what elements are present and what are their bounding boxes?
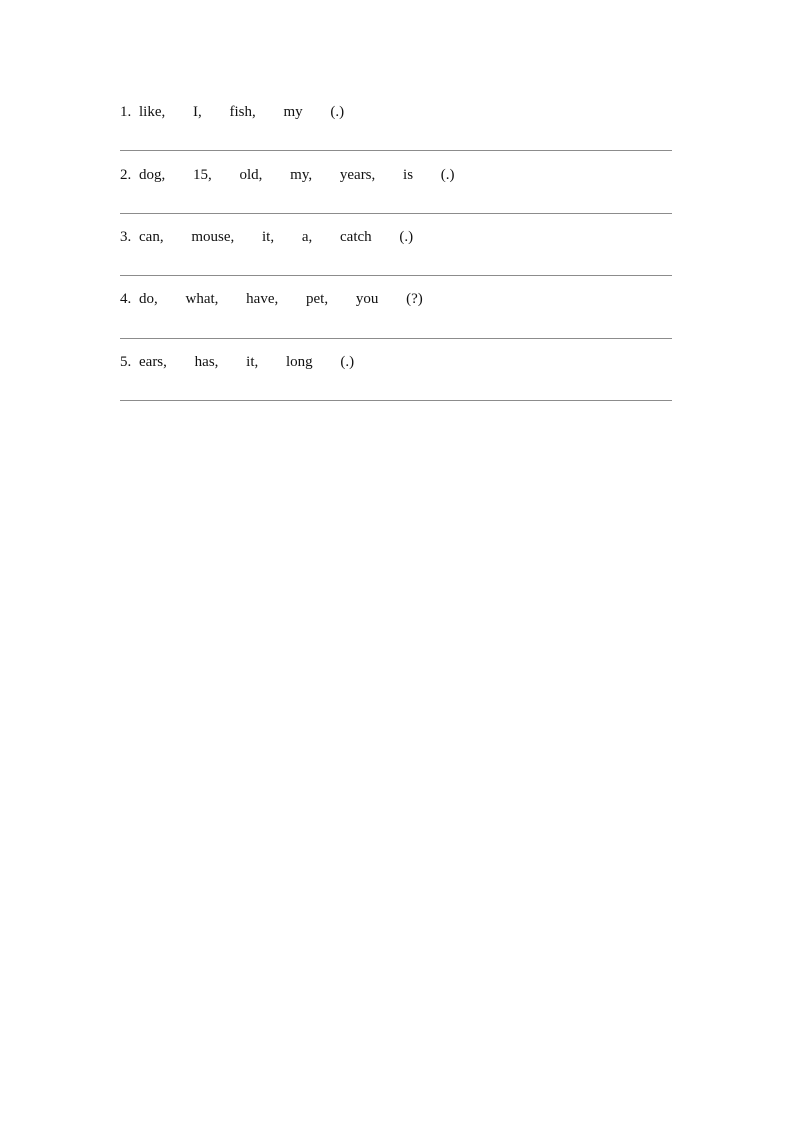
punctuation-hint: (?) [406,291,423,307]
question-prompt: 5. ears, has, it, long (.) [120,353,354,371]
word-chip: I, [193,104,202,120]
question-5: 5. ears, has, it, long (.) [120,353,672,416]
word-chip: dog, [139,167,166,183]
word-chip: have, [246,291,279,307]
question-number: 5. [120,354,132,370]
word-chip: you [355,291,379,307]
word-chip: do, [139,291,158,307]
word-chip: can, [139,229,164,245]
question-prompt: 1. like, I, fish, my (.) [120,103,344,121]
word-chip: my [283,104,303,120]
question-prompt: 4. do, what, have, pet, you (?) [120,290,423,308]
question-number: 1. [120,104,132,120]
answer-line[interactable] [120,150,672,151]
word-chip: is [403,167,414,183]
word-chip: what, [185,291,219,307]
word-chip: it, [246,354,259,370]
question-number: 4. [120,291,132,307]
question-number: 2. [120,167,132,183]
word-chip: pet, [306,291,329,307]
answer-line[interactable] [120,400,672,401]
question-prompt: 3. can, mouse, it, a, catch (.) [120,228,413,246]
word-chip: ears, [139,354,167,370]
word-chip: catch [340,229,372,245]
word-chip: years, [339,167,376,183]
punctuation-hint: (.) [440,167,455,183]
question-4: 4. do, what, have, pet, you (?) [120,290,672,353]
answer-line[interactable] [120,338,672,339]
word-chip: my, [290,167,313,183]
word-chip: 15, [193,167,212,183]
word-chip: mouse, [191,229,235,245]
answer-line[interactable] [120,213,672,214]
question-1: 1. like, I, fish, my (.) [120,103,672,166]
word-chip: old, [239,167,263,183]
word-chip: it, [262,229,275,245]
question-prompt: 2. dog, 15, old, my, years, is (.) [120,166,455,184]
word-chip: like, [139,104,166,120]
word-chip: fish, [229,104,256,120]
punctuation-hint: (.) [330,104,345,120]
word-chip: long [286,354,313,370]
answer-line[interactable] [120,275,672,276]
question-number: 3. [120,229,132,245]
question-3: 3. can, mouse, it, a, catch (.) [120,228,672,291]
punctuation-hint: (.) [340,354,355,370]
word-chip: a, [301,229,313,245]
question-2: 2. dog, 15, old, my, years, is (.) [120,166,672,229]
punctuation-hint: (.) [399,229,414,245]
word-chip: has, [194,354,219,370]
